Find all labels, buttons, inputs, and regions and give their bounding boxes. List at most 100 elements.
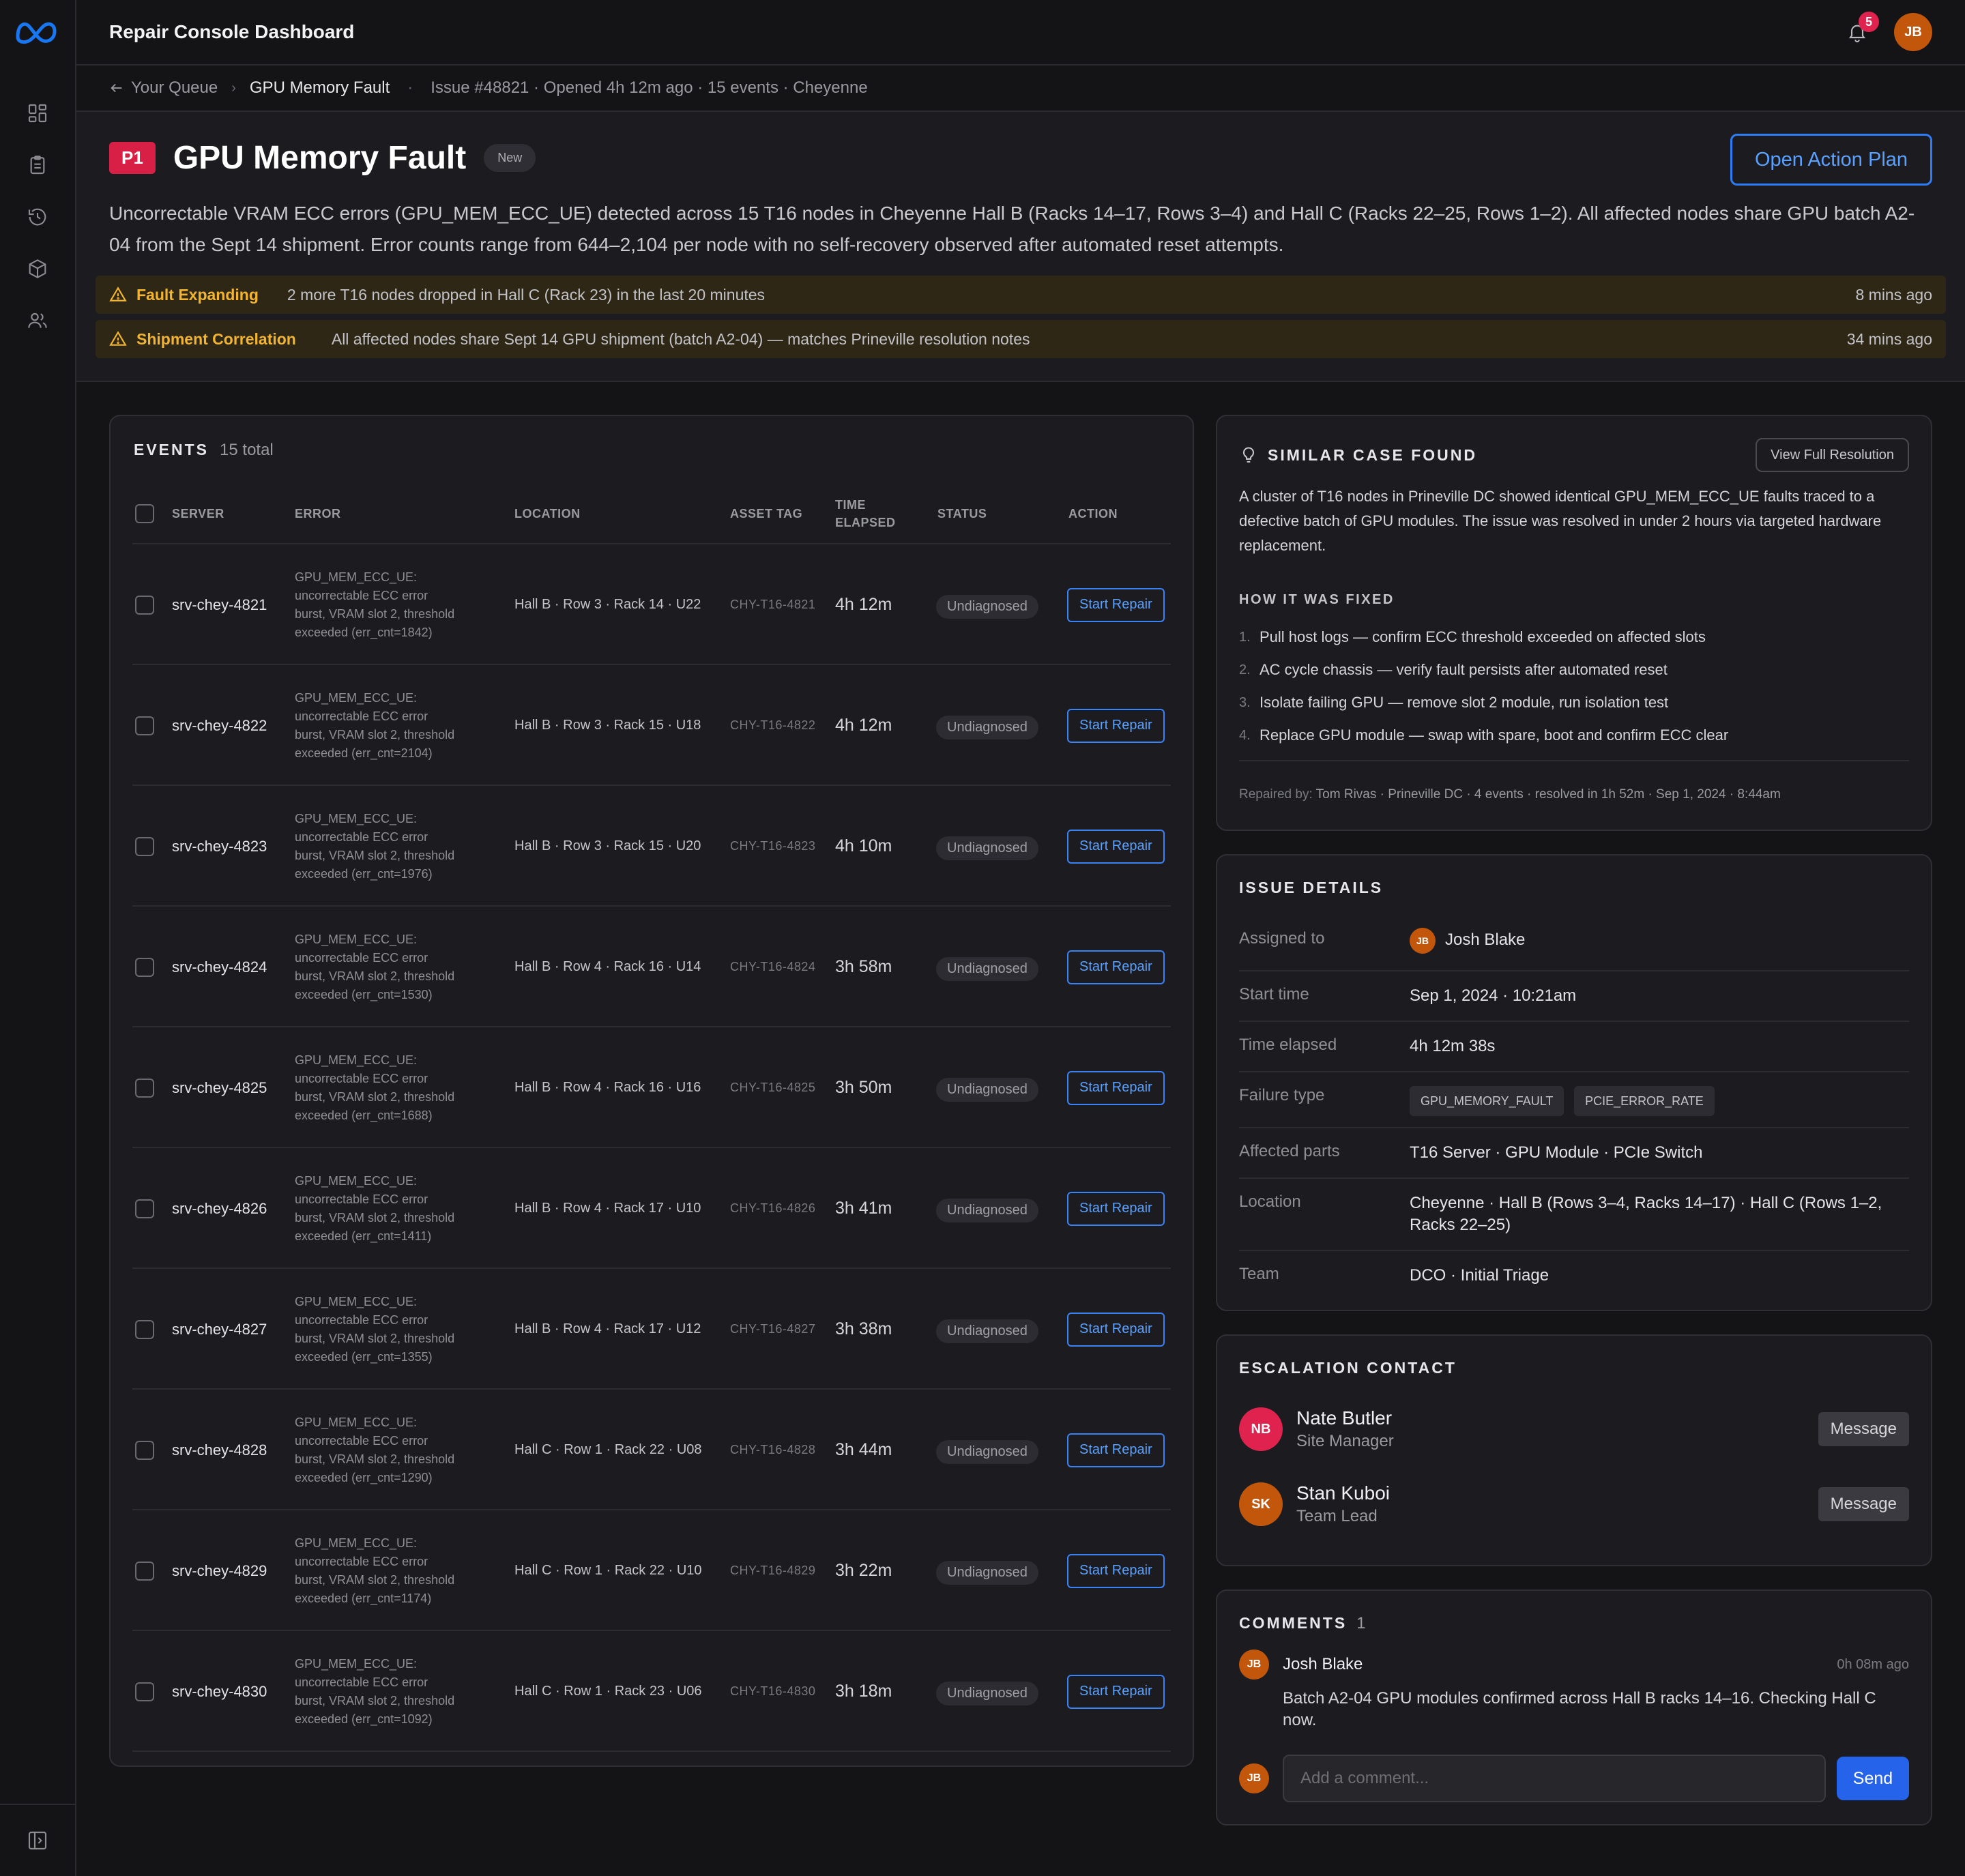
message-button[interactable]: Message	[1818, 1412, 1909, 1446]
server-name[interactable]: srv-chey-4826	[172, 1148, 267, 1269]
table-row: srv-chey-4827 GPU_MEM_ECC_UE: uncorrectab…	[132, 1269, 1171, 1390]
server-name[interactable]: srv-chey-4823	[172, 786, 267, 907]
breadcrumb: Your Queue › GPU Memory Fault · Issue #4…	[76, 65, 1965, 112]
detail-row-failure: Failure type GPU_MEMORY_FAULT PCIE_ERROR…	[1239, 1072, 1909, 1128]
column-server[interactable]: SERVER	[172, 483, 224, 544]
issue-description: Uncorrectable VRAM ECC errors (GPU_MEM_E…	[109, 203, 1915, 255]
alert-time: 34 mins ago	[1846, 329, 1932, 348]
events-count: 15 total	[220, 441, 274, 459]
breadcrumb-current: GPU Memory Fault	[249, 78, 390, 97]
divider	[1239, 760, 1909, 761]
alert-title: Fault Expanding	[136, 285, 259, 304]
detail-row-assigned: Assigned to JB Josh Blake	[1239, 915, 1909, 971]
fix-step-text: Isolate failing GPU — remove slot 2 modu…	[1260, 694, 1669, 711]
start-repair-button[interactable]: Start Repair	[1067, 1553, 1165, 1588]
comment-input[interactable]	[1283, 1755, 1826, 1802]
server-name[interactable]: srv-chey-4825	[172, 1027, 267, 1148]
message-button[interactable]: Message	[1818, 1487, 1909, 1521]
package-icon[interactable]	[0, 243, 75, 295]
start-repair-button[interactable]: Start Repair	[1067, 950, 1165, 984]
top-bar: Repair Console Dashboard 5 JB	[76, 0, 1965, 65]
contact-avatar: SK	[1239, 1482, 1283, 1526]
back-to-queue-link[interactable]: Your Queue	[109, 78, 218, 98]
time-elapsed: 3h 44m	[835, 1440, 892, 1459]
start-repair-button[interactable]: Start Repair	[1067, 1674, 1165, 1709]
server-name[interactable]: srv-chey-4821	[172, 544, 267, 665]
error-text: GPU_MEM_ECC_UE: uncorrectable ECC error …	[295, 1294, 455, 1364]
status-badge: Undiagnosed	[936, 1561, 1038, 1585]
table-row: srv-chey-4821 GPU_MEM_ECC_UE: uncorrectab…	[132, 544, 1171, 665]
composer-avatar: JB	[1239, 1763, 1269, 1793]
contact-role: Site Manager	[1296, 1432, 1394, 1450]
server-name[interactable]: srv-chey-4829	[172, 1510, 267, 1631]
row-checkbox[interactable]	[135, 595, 154, 615]
time-elapsed: 3h 41m	[835, 1199, 892, 1218]
time-elapsed: 3h 18m	[835, 1682, 892, 1701]
meta-logo-icon[interactable]	[14, 18, 59, 46]
start-repair-button[interactable]: Start Repair	[1067, 829, 1165, 864]
error-text: GPU_MEM_ECC_UE: uncorrectable ECC error …	[295, 570, 455, 639]
start-repair-button[interactable]: Start Repair	[1067, 1191, 1165, 1226]
contact-avatar: NB	[1239, 1407, 1283, 1451]
assignee-name[interactable]: Josh Blake	[1445, 929, 1525, 951]
error-text: GPU_MEM_ECC_UE: uncorrectable ECC error …	[295, 1415, 455, 1484]
comments-count: 1	[1356, 1614, 1366, 1632]
time-elapsed: 3h 58m	[835, 957, 892, 976]
repaired-by: Repaired by: Tom Rivas · Prineville DC ·…	[1239, 787, 1909, 802]
start-repair-button[interactable]: Start Repair	[1067, 1312, 1165, 1347]
row-checkbox[interactable]	[135, 836, 154, 856]
column-asset-tag[interactable]: ASSET TAG	[730, 483, 802, 544]
row-checkbox[interactable]	[135, 1440, 154, 1460]
row-checkbox[interactable]	[135, 1319, 154, 1339]
column-status[interactable]: STATUS	[937, 483, 987, 544]
events-label: EVENTS	[134, 441, 209, 458]
users-icon[interactable]	[0, 295, 75, 347]
alert-title: Shipment Correlation	[136, 329, 296, 348]
view-full-resolution-button[interactable]: View Full Resolution	[1756, 438, 1909, 472]
start-repair-button[interactable]: Start Repair	[1067, 587, 1165, 622]
table-row: srv-chey-4829 GPU_MEM_ECC_UE: uncorrectab…	[132, 1510, 1171, 1631]
status-badge: Undiagnosed	[936, 1682, 1038, 1705]
clipboard-icon[interactable]	[0, 139, 75, 191]
row-checkbox[interactable]	[135, 1561, 154, 1581]
asset-tag: CHY-T16-4824	[730, 960, 816, 973]
error-text: GPU_MEM_ECC_UE: uncorrectable ECC error …	[295, 690, 455, 760]
row-checkbox[interactable]	[135, 1199, 154, 1218]
asset-tag: CHY-T16-4821	[730, 598, 816, 611]
detail-key: Time elapsed	[1239, 1036, 1337, 1054]
contact-name: Nate Butler	[1296, 1407, 1393, 1428]
server-name[interactable]: srv-chey-4828	[172, 1390, 267, 1510]
contact-row: NB Nate Butler Site Manager Message	[1239, 1392, 1909, 1467]
user-avatar[interactable]: JB	[1894, 13, 1932, 51]
notifications-button[interactable]: 5	[1844, 12, 1879, 46]
arrow-left-icon	[111, 83, 122, 93]
start-repair-button[interactable]: Start Repair	[1067, 1433, 1165, 1467]
column-location[interactable]: LOCATION	[514, 483, 581, 544]
lightbulb-icon	[1242, 447, 1255, 463]
panel-toggle-icon[interactable]	[0, 1804, 75, 1876]
history-icon[interactable]	[0, 191, 75, 243]
start-repair-button[interactable]: Start Repair	[1067, 708, 1165, 743]
start-repair-button[interactable]: Start Repair	[1067, 1070, 1165, 1105]
detail-key: Assigned to	[1239, 929, 1325, 948]
issue-header: P1 GPU Memory Fault New Open Action Plan…	[76, 112, 1965, 382]
server-name[interactable]: srv-chey-4827	[172, 1269, 267, 1390]
table-row: srv-chey-4826 GPU_MEM_ECC_UE: uncorrectab…	[132, 1148, 1171, 1269]
select-all-checkbox[interactable]	[135, 504, 154, 523]
detail-row-elapsed: Time elapsed 4h 12m 38s	[1239, 1022, 1909, 1072]
events-card: EVENTS 15 total SERVER ERROR LOCATION AS…	[109, 415, 1194, 1767]
column-time-elapsed[interactable]: TIME ELAPSED	[835, 483, 903, 544]
row-checkbox[interactable]	[135, 957, 154, 977]
server-name[interactable]: srv-chey-4830	[172, 1631, 267, 1752]
repaired-by-label: Repaired by:	[1239, 787, 1313, 802]
failure-type-chip: GPU_MEMORY_FAULT	[1410, 1086, 1564, 1116]
server-name[interactable]: srv-chey-4822	[172, 665, 267, 786]
row-checkbox[interactable]	[135, 1682, 154, 1701]
open-action-plan-button[interactable]: Open Action Plan	[1730, 134, 1932, 186]
row-checkbox[interactable]	[135, 716, 154, 735]
column-error[interactable]: ERROR	[295, 483, 341, 544]
row-checkbox[interactable]	[135, 1078, 154, 1098]
server-name[interactable]: srv-chey-4824	[172, 907, 267, 1027]
dashboard-icon[interactable]	[0, 87, 75, 139]
send-button[interactable]: Send	[1837, 1757, 1909, 1800]
